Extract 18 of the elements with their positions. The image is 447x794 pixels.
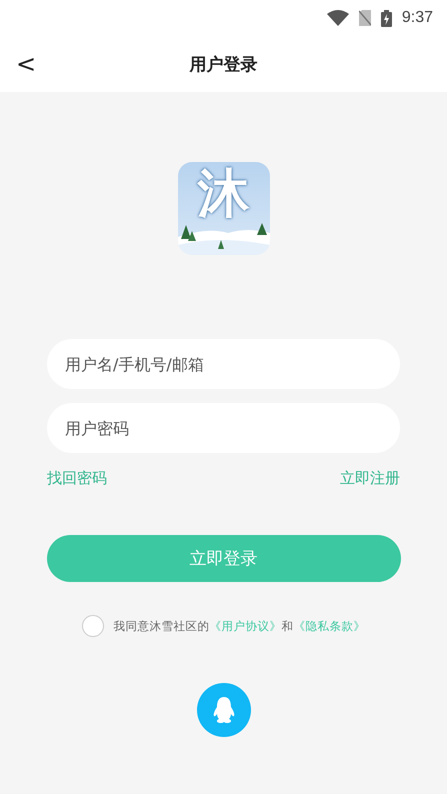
no-sim-icon [358, 10, 371, 26]
username-field[interactable]: 用户名/手机号/邮箱 [47, 339, 400, 389]
status-time: 9:37 [402, 9, 433, 27]
agreement-checkbox[interactable] [82, 615, 104, 637]
login-button[interactable]: 立即登录 [46, 535, 400, 582]
forgot-password-link[interactable]: 找回密码 [47, 467, 107, 490]
user-agreement-link[interactable]: 《用户协议》 [210, 618, 282, 632]
privacy-policy-link[interactable]: 《隐私条款》 [294, 618, 366, 632]
page-title: 用户登录 [190, 54, 258, 76]
wifi-icon [326, 10, 349, 26]
back-button[interactable]: < [10, 48, 42, 80]
qq-login-button[interactable] [196, 683, 250, 737]
register-link[interactable]: 立即注册 [340, 467, 400, 490]
password-field[interactable]: 用户密码 [47, 403, 400, 453]
logo-character: 沐 [196, 166, 250, 222]
battery-charging-icon [380, 10, 392, 26]
agreement-text: 我同意沐雪社区的《用户协议》和《隐私条款》 [114, 618, 366, 634]
penguin-icon [212, 697, 234, 723]
